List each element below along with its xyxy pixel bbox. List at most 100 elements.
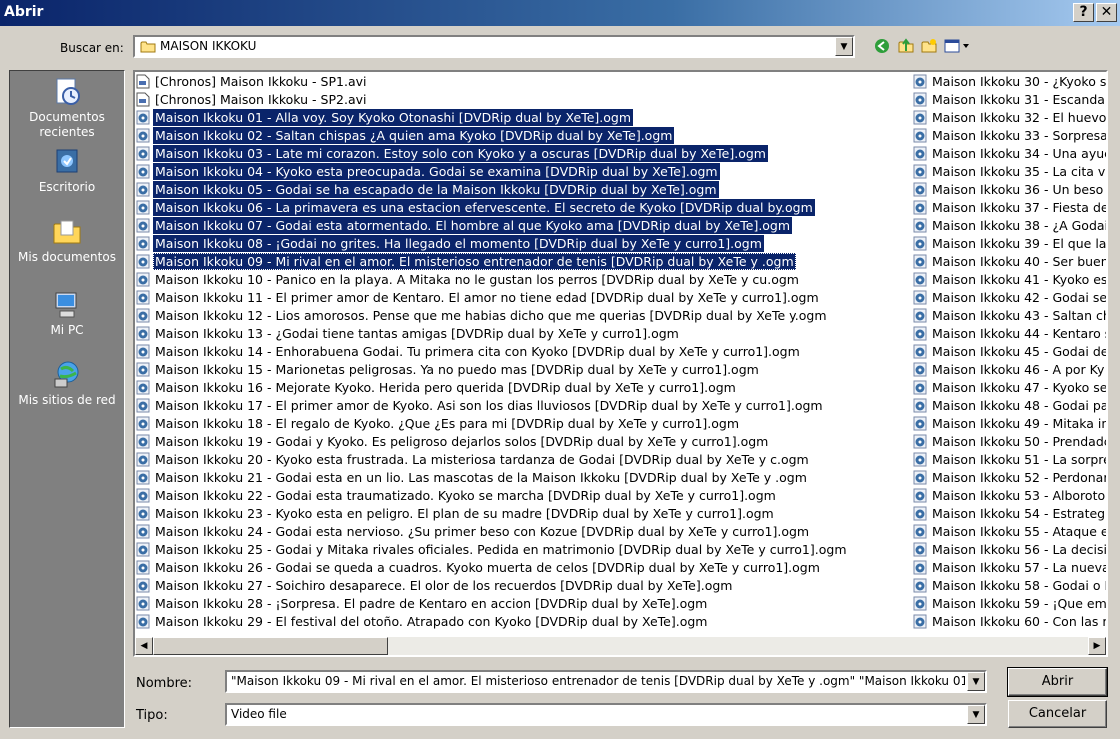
ogm-file-icon	[913, 218, 927, 233]
filename-dropdown-arrow[interactable]: ▼	[967, 672, 985, 691]
ogm-file-icon	[913, 560, 927, 575]
file-name: Maison Ikkoku 27 - Soichiro desaparece. …	[155, 578, 733, 593]
file-name: Maison Ikkoku 60 - Con las m	[932, 614, 1108, 629]
filetype-dropdown-arrow[interactable]: ▼	[967, 705, 985, 724]
file-name: Maison Ikkoku 14 - Enhorabuena Godai. Tu…	[155, 344, 800, 359]
ogm-file-icon	[913, 362, 927, 377]
open-button[interactable]: Abrir	[1007, 667, 1108, 697]
place-label: Documentos recientes	[29, 110, 105, 139]
ogm-file-icon	[913, 488, 927, 503]
ogm-file-icon	[913, 164, 927, 179]
ogm-file-icon	[136, 524, 150, 539]
scroll-right-button[interactable]: ▶	[1088, 637, 1106, 655]
ogm-file-icon	[136, 272, 150, 287]
place-my-computer[interactable]: Mi PC	[10, 289, 124, 338]
ogm-file-icon	[136, 326, 150, 341]
file-name: Maison Ikkoku 37 - Fiesta de	[932, 200, 1108, 215]
lookin-label: Buscar en:	[60, 41, 124, 55]
file-name: Maison Ikkoku 38 - ¿A Godai	[932, 218, 1108, 233]
ogm-file-icon	[136, 380, 150, 395]
file-name: Maison Ikkoku 19 - Godai y Kyoko. Es pel…	[155, 434, 769, 449]
cancel-button[interactable]: Cancelar	[1008, 700, 1107, 728]
ogm-file-icon	[136, 452, 150, 467]
ogm-file-icon	[136, 434, 150, 449]
network-places-icon	[54, 361, 79, 388]
file-name: Maison Ikkoku 17 - El primer amor de Kyo…	[155, 398, 823, 413]
file-name: Maison Ikkoku 05 - Godai se ha escapado …	[153, 181, 719, 198]
filetype-select[interactable]: Video file ▼	[225, 703, 987, 726]
desktop-icon	[56, 149, 78, 173]
file-name: Maison Ikkoku 54 - Estrategia	[932, 506, 1108, 521]
ogm-file-icon	[136, 290, 150, 305]
ogm-file-icon	[136, 614, 150, 629]
file-name: Maison Ikkoku 02 - Saltan chispas ¿A qui…	[153, 127, 675, 144]
lookin-dropdown-arrow[interactable]: ▼	[835, 37, 853, 56]
file-name: Maison Ikkoku 33 - Sorpresa	[932, 128, 1108, 143]
place-recent-documents[interactable]: Documentos recientes	[10, 76, 124, 140]
filetype-value: Video file	[231, 707, 287, 721]
file-name: Maison Ikkoku 32 - El huevo	[932, 110, 1107, 125]
avi-file-icon	[136, 92, 150, 107]
ogm-file-icon	[136, 254, 150, 269]
ogm-file-icon	[136, 236, 150, 251]
up-folder-icon[interactable]	[897, 37, 915, 55]
title-bar[interactable]: Abrir ? ✕	[0, 0, 1120, 26]
file-name: Maison Ikkoku 25 - Godai y Mitaka rivale…	[155, 542, 847, 557]
file-name: Maison Ikkoku 51 - La sorpre	[932, 452, 1108, 467]
place-my-documents[interactable]: Mis documentos	[10, 216, 124, 265]
ogm-file-icon	[136, 506, 150, 521]
place-desktop[interactable]: Escritorio	[10, 146, 124, 195]
file-name: Maison Ikkoku 15 - Marionetas peligrosas…	[155, 362, 759, 377]
ogm-file-icon	[136, 200, 150, 215]
help-button[interactable]: ?	[1073, 3, 1094, 22]
close-button[interactable]: ✕	[1096, 3, 1117, 22]
ogm-file-icon	[136, 110, 150, 125]
ogm-file-icon	[136, 308, 150, 323]
file-name: Maison Ikkoku 31 - Escandal	[932, 92, 1108, 107]
lookin-combo[interactable]: MAISON IKKOKU ▼	[133, 35, 855, 58]
file-name: Maison Ikkoku 35 - La cita vig	[932, 164, 1108, 179]
ogm-file-icon	[913, 308, 927, 323]
ogm-file-icon	[913, 452, 927, 467]
view-menu-icon[interactable]	[944, 37, 970, 55]
back-icon[interactable]	[873, 37, 891, 55]
file-name: Maison Ikkoku 04 - Kyoko esta preocupada…	[153, 163, 720, 180]
ogm-file-icon	[136, 344, 150, 359]
scroll-thumb[interactable]	[153, 637, 388, 655]
horizontal-scrollbar[interactable]: ◀ ▶	[135, 637, 1106, 655]
file-name: Maison Ikkoku 46 - A por Ky	[932, 362, 1105, 377]
ogm-file-icon	[913, 542, 927, 557]
file-name: Maison Ikkoku 50 - Prendadc	[932, 434, 1108, 449]
ogm-file-icon	[913, 74, 927, 89]
ogm-file-icon	[913, 146, 927, 161]
file-name: Maison Ikkoku 03 - Late mi corazon. Esto…	[153, 145, 768, 162]
file-name: Maison Ikkoku 22 - Godai esta traumatiza…	[155, 488, 776, 503]
ogm-file-icon	[913, 578, 927, 593]
filetype-label: Tipo:	[136, 708, 168, 723]
file-name: Maison Ikkoku 45 - Godai des	[932, 344, 1108, 359]
file-list[interactable]: [Chronos] Maison Ikkoku - SP1.avi [Chrono…	[133, 70, 1108, 657]
file-name: Maison Ikkoku 13 - ¿Godai tiene tantas a…	[155, 326, 679, 341]
ogm-file-icon	[136, 488, 150, 503]
filename-combo[interactable]: "Maison Ikkoku 09 - Mi rival en el amor.…	[225, 670, 987, 693]
file-name: Maison Ikkoku 59 - ¡Que emc	[932, 596, 1108, 611]
filename-input[interactable]: "Maison Ikkoku 09 - Mi rival en el amor.…	[231, 674, 965, 688]
ogm-file-icon	[136, 470, 150, 485]
ogm-file-icon	[136, 578, 150, 593]
new-folder-icon[interactable]	[920, 37, 938, 55]
file-name: Maison Ikkoku 01 - Alla voy. Soy Kyoko O…	[153, 109, 634, 126]
file-name: Maison Ikkoku 08 - ¡Godai no grites. Ha …	[153, 235, 764, 252]
ogm-file-icon	[913, 290, 927, 305]
ogm-file-icon	[913, 344, 927, 359]
place-network[interactable]: Mis sitios de red	[10, 359, 124, 408]
ogm-file-icon	[913, 128, 927, 143]
ogm-file-icon	[136, 218, 150, 233]
ogm-file-icon	[136, 542, 150, 557]
ogm-file-icon	[913, 506, 927, 521]
ogm-file-icon	[136, 362, 150, 377]
scroll-left-button[interactable]: ◀	[135, 637, 153, 655]
window-title: Abrir	[4, 4, 44, 20]
file-name: Maison Ikkoku 48 - Godai pas	[932, 398, 1108, 413]
places-bar: Documentos recientes Escritorio Mis docu…	[9, 70, 125, 728]
file-name: Maison Ikkoku 43 - Saltan chi	[932, 308, 1108, 323]
